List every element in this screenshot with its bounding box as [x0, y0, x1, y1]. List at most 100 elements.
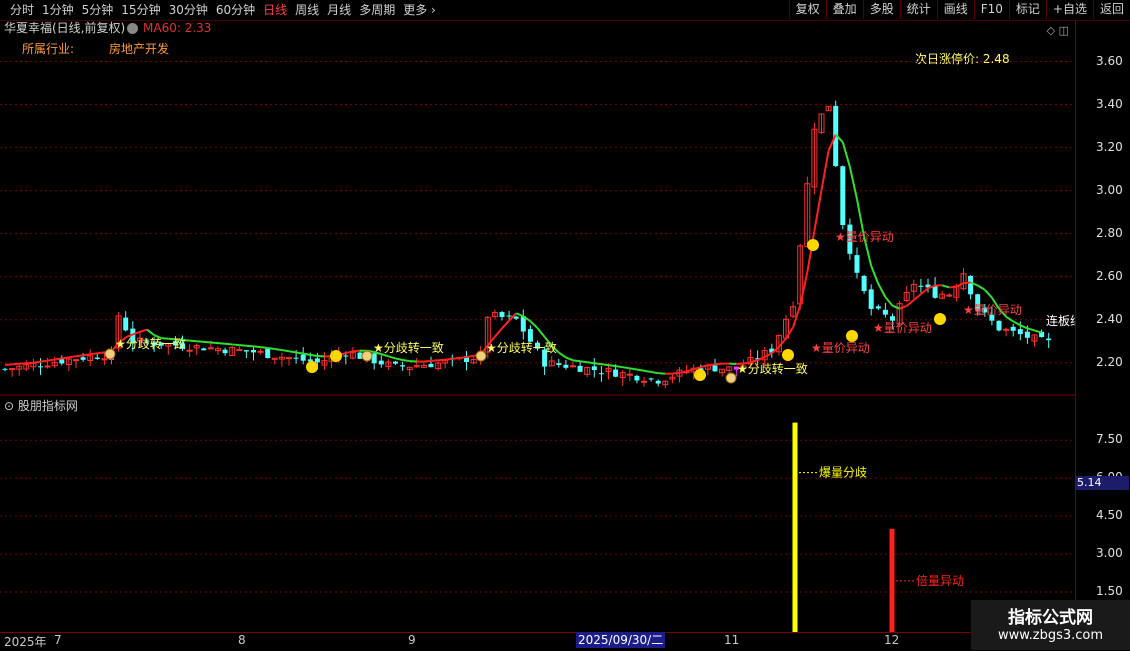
candle — [194, 343, 199, 355]
candle — [393, 361, 398, 365]
candle — [251, 347, 256, 360]
period-tab-0[interactable]: 分时 — [6, 0, 38, 20]
ma60-segment — [594, 363, 601, 364]
price-chart[interactable]: ★分歧转一致★分歧转一致★分歧转一致★分歧转一致★量价异动★量价异动★量价异动★… — [0, 20, 1075, 632]
ma60-segment — [5, 364, 12, 365]
candle-body — [1011, 327, 1016, 331]
candle-body — [627, 374, 632, 375]
ma60-segment — [495, 328, 502, 336]
candle — [911, 280, 916, 299]
ma60-segment — [609, 365, 616, 366]
candle — [379, 356, 384, 368]
month-label-7: 7 — [54, 633, 62, 647]
ma60-segment — [225, 344, 232, 345]
candle-body — [500, 312, 505, 317]
price-tick-5: 2.60 — [1096, 269, 1123, 283]
ma60-segment — [623, 367, 630, 368]
candle-body — [613, 370, 618, 377]
ma60-segment — [779, 338, 786, 347]
candle — [933, 277, 938, 299]
indicator-label: 倍量异动 — [916, 573, 964, 588]
fenqi-signal: ★分歧转一致 — [115, 336, 186, 351]
ma60-segment — [878, 284, 885, 297]
time-axis — [0, 632, 1075, 651]
period-tab-3[interactable]: 15分钟 — [117, 0, 164, 20]
period-tab-9[interactable]: 多周期 — [355, 0, 399, 20]
candle-body — [656, 381, 661, 384]
smiley-face — [807, 239, 819, 251]
candle-body — [890, 316, 895, 320]
toolbar-button-6[interactable]: 标记 — [1009, 0, 1046, 19]
candle-body — [223, 350, 228, 353]
ma60-segment — [55, 358, 62, 359]
period-tab-6[interactable]: 日线 — [259, 0, 291, 20]
toolbar-button-2[interactable]: 多股 — [863, 0, 900, 19]
candle — [663, 380, 668, 388]
candle-body — [400, 365, 405, 366]
candle — [88, 349, 93, 366]
toolbar-button-3[interactable]: 统计 — [900, 0, 937, 19]
candle — [627, 368, 632, 381]
ma60-segment — [1035, 330, 1042, 332]
candle — [855, 247, 860, 278]
ma60-segment — [41, 361, 48, 362]
price-tick-7: 2.20 — [1096, 355, 1123, 369]
candle-body — [1004, 329, 1009, 330]
price-tick-4: 2.80 — [1096, 226, 1123, 240]
ma60-segment — [601, 364, 608, 365]
ma60-segment — [559, 353, 566, 358]
candle-body — [237, 350, 242, 351]
candle-body — [201, 348, 206, 350]
toolbar-button-1[interactable]: 叠加 — [826, 0, 863, 19]
bag-shape — [476, 351, 486, 361]
candle-body — [38, 366, 43, 367]
candle — [947, 293, 952, 297]
candle — [244, 350, 249, 358]
candle — [656, 380, 661, 387]
candle-body — [208, 348, 213, 349]
candle — [265, 348, 270, 358]
candle — [187, 344, 192, 357]
candle — [471, 357, 476, 365]
period-tab-8[interactable]: 月线 — [323, 0, 355, 20]
toolbar-button-0[interactable]: 复权 — [789, 0, 826, 19]
period-tab-2[interactable]: 5分钟 — [78, 0, 118, 20]
ma60-segment — [459, 357, 466, 358]
candle-body — [429, 364, 434, 367]
ma60-segment — [396, 358, 403, 360]
ma60-segment — [232, 344, 239, 345]
toolbar-button-5[interactable]: F10 — [974, 0, 1009, 19]
ma60-segment — [516, 313, 523, 316]
ma60-segment — [616, 366, 623, 367]
ma60-segment — [140, 330, 147, 332]
candle-body — [933, 286, 938, 298]
period-tab-10[interactable]: 更多 › — [399, 0, 440, 20]
candle-body — [123, 318, 128, 331]
ma60-segment — [239, 345, 246, 346]
ma60-segment — [445, 359, 452, 360]
candle — [720, 369, 725, 376]
candle-body — [592, 366, 597, 370]
candle-body — [1018, 329, 1023, 334]
candle — [940, 291, 945, 300]
candle — [17, 364, 22, 376]
candle-body — [642, 381, 647, 382]
ma60-segment — [985, 290, 992, 298]
ma60-segment — [26, 363, 33, 364]
period-tab-7[interactable]: 周线 — [291, 0, 323, 20]
toolbar-button-4[interactable]: 画线 — [937, 0, 974, 19]
toolbar-button-8[interactable]: 返回 — [1093, 0, 1130, 19]
period-tab-1[interactable]: 1分钟 — [38, 0, 78, 20]
period-tab-5[interactable]: 60分钟 — [212, 0, 259, 20]
candle — [1011, 324, 1016, 337]
bag-shape — [105, 349, 115, 359]
ma60-segment — [268, 348, 275, 349]
toolbar-button-7[interactable]: +自选 — [1046, 0, 1093, 19]
candle-body — [599, 373, 604, 374]
candle — [649, 378, 654, 382]
ma60-segment — [62, 357, 69, 358]
function-buttons: 复权叠加多股统计画线F10标记+自选返回 — [789, 0, 1130, 20]
period-tab-4[interactable]: 30分钟 — [165, 0, 212, 20]
candle-body — [265, 349, 270, 358]
bag-shape — [362, 351, 372, 361]
